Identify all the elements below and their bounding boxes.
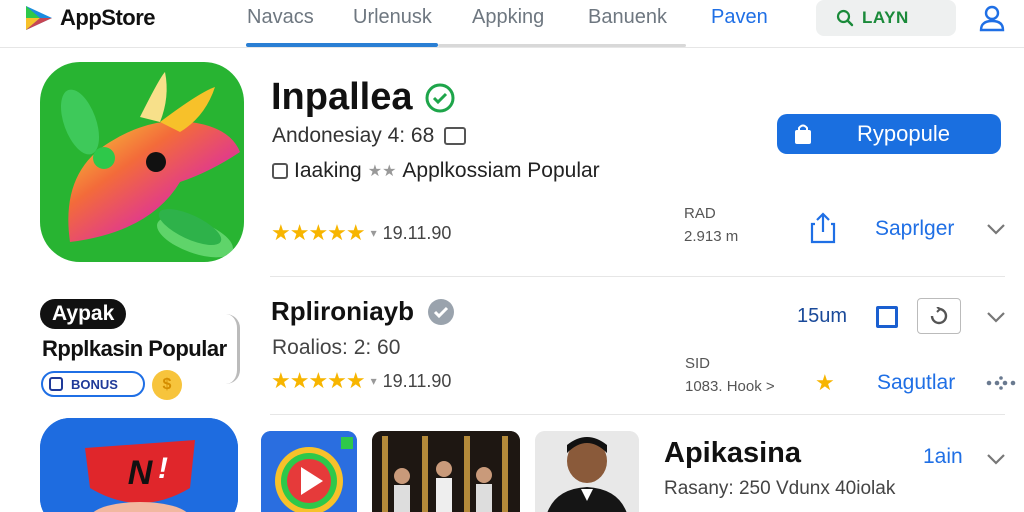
chevron-down-icon[interactable]	[986, 222, 1006, 236]
item2-meta: SID 1083. Hook >	[685, 352, 775, 398]
item2-title: Rplironiayb	[271, 296, 456, 327]
app-store-logo-icon	[26, 6, 52, 30]
row3-app-subtitle: Rasany: 250 Vdunx 40iolak	[664, 478, 896, 499]
coin-icon: $	[152, 370, 182, 400]
tab-appking[interactable]: Appking	[472, 6, 544, 29]
account-icon[interactable]	[978, 4, 1006, 32]
featured-app-subtitle: Andonesiay 4: 68	[272, 124, 467, 148]
star-rating-icon: ★★★★★	[271, 220, 366, 245]
refresh-icon	[930, 307, 948, 325]
tab-banuenk[interactable]: Banuenk	[588, 6, 667, 29]
person-portrait-icon	[535, 431, 639, 512]
dropdown-caret-icon: ▾	[370, 226, 377, 240]
play-logo-icon	[261, 431, 357, 512]
item2-rating-text: 19.11.90	[382, 370, 452, 391]
verified-badge-icon	[425, 83, 454, 112]
screenshot-thumb-play[interactable]	[261, 431, 357, 512]
chevron-down-icon[interactable]	[986, 310, 1006, 324]
item2-size: 15um	[797, 305, 848, 327]
share-icon[interactable]	[810, 212, 836, 244]
featured-subtitle-text: Andonesiay 4: 68	[272, 124, 435, 147]
app-store-logo[interactable]: AppStore	[24, 4, 156, 32]
svg-text:N: N	[128, 454, 154, 492]
divider	[270, 276, 1005, 277]
svg-text:!: !	[158, 452, 168, 485]
bag-icon	[795, 124, 811, 144]
stars-small-icon: ★★	[367, 163, 397, 180]
verified-badge-icon	[428, 298, 455, 325]
item2-rating: ★★★★★ ▾ 19.11.90	[271, 368, 451, 394]
star-rating-icon: ★★★★★	[271, 368, 366, 393]
favorite-star-icon[interactable]: ★	[815, 370, 835, 396]
get-app-button[interactable]: Rypopule	[777, 114, 1001, 154]
bracket-divider	[220, 314, 240, 384]
featured-app-tagline: Iaaking ★★ Applkossiam Popular	[272, 159, 600, 183]
dropdown-caret-icon: ▾	[370, 374, 377, 388]
row3-app-title: Apikasina	[664, 437, 801, 469]
refresh-button[interactable]	[917, 298, 961, 334]
popular-category-label: Rpplkasin Popular	[42, 336, 227, 361]
featured-app-name: Inpallea	[271, 76, 413, 118]
chevron-down-icon[interactable]	[986, 452, 1006, 466]
featured-meta: RAD 2.913 m	[684, 202, 738, 248]
screen-icon	[444, 127, 467, 145]
screenshot-thumb-portrait[interactable]	[535, 431, 639, 512]
search-field[interactable]: LAYN	[816, 0, 956, 36]
bonus-pill[interactable]: BONUS	[41, 371, 145, 397]
select-checkbox[interactable]	[876, 306, 898, 328]
logo-text: AppStore	[60, 5, 156, 30]
active-tab-indicator	[246, 43, 438, 47]
bonus-label: BONUS	[71, 376, 118, 392]
item2-name: Rplironiayb	[271, 296, 415, 326]
tagline-prefix: Iaaking	[294, 159, 362, 182]
item2-meta-line1: SID	[685, 355, 711, 372]
tab-indicator-track	[438, 44, 686, 47]
bonus-icon	[49, 377, 63, 391]
featured-share-link[interactable]: Saprlger	[875, 217, 954, 241]
get-button-label: Rypopule	[857, 121, 950, 146]
featured-app-title: Inpallea	[271, 76, 455, 119]
top-navigation-bar: AppStore Navacs Urlenusk Appking Banuenk…	[0, 0, 1024, 48]
more-options-icon[interactable]	[985, 376, 1017, 390]
featured-meta-line2: 2.913 m	[684, 228, 739, 245]
search-text: LAYN	[862, 8, 909, 27]
category-badge: Aypak	[40, 299, 127, 329]
item2-meta-line2: 1083. Hook >	[685, 378, 775, 395]
screenshot-thumb-stage[interactable]	[372, 431, 520, 512]
tagline-text: Applkossiam Popular	[402, 159, 600, 182]
item2-link[interactable]: Sagutlar	[877, 371, 955, 395]
featured-meta-line1: RAD	[684, 205, 716, 222]
stage-scene-icon	[372, 431, 520, 512]
bird-illustration-icon	[60, 72, 240, 258]
divider	[270, 414, 1005, 415]
tab-paven[interactable]: Paven	[711, 6, 768, 29]
item2-subtitle: Roalios: 2: 60	[272, 336, 401, 359]
category-icon	[272, 163, 288, 179]
tab-navacs[interactable]: Navacs	[247, 6, 314, 29]
row3-app-size: 1ain	[923, 445, 963, 468]
featured-rating: ★★★★★ ▾ 19.11.90	[271, 220, 451, 246]
featured-app-icon[interactable]	[40, 62, 244, 262]
search-icon	[836, 9, 854, 27]
row3-app-icon[interactable]: N !	[40, 418, 238, 512]
featured-rating-text: 19.11.90	[382, 222, 452, 243]
shield-logo-icon: N !	[40, 418, 238, 512]
tab-urlenusk[interactable]: Urlenusk	[353, 6, 432, 29]
